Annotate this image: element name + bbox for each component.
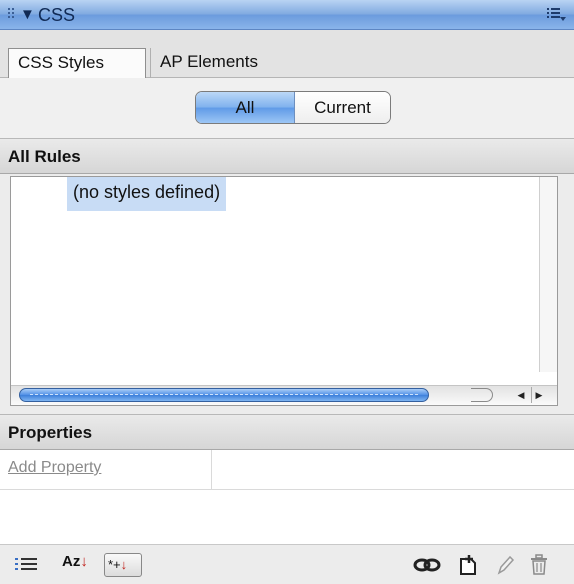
add-property-link[interactable]: Add Property bbox=[8, 459, 101, 477]
drag-grip-icon[interactable] bbox=[8, 8, 16, 22]
set-properties-view-icon[interactable]: *+↓ bbox=[104, 553, 142, 577]
panel-tabs: CSS Styles AP Elements bbox=[0, 30, 574, 78]
set-view-label: *+ bbox=[108, 557, 121, 572]
edit-style-icon[interactable] bbox=[495, 553, 515, 577]
scroll-right-arrow-icon[interactable]: ▶ bbox=[531, 387, 546, 403]
tab-css-styles[interactable]: CSS Styles bbox=[8, 48, 146, 78]
sort-arrow-icon: ↓ bbox=[80, 553, 88, 570]
panel-title[interactable]: CSS bbox=[38, 5, 75, 26]
mode-toggle-area: All Current bbox=[0, 78, 574, 138]
horizontal-scrollbar[interactable]: ◀ ▶ bbox=[11, 385, 557, 405]
mode-all-button[interactable]: All bbox=[196, 92, 295, 123]
bottom-toolbar: Az↓ *+↓ bbox=[0, 544, 574, 584]
panel-options-menu-icon[interactable] bbox=[546, 6, 566, 22]
new-css-rule-icon[interactable] bbox=[456, 553, 480, 577]
scroll-track-end bbox=[471, 388, 493, 402]
collapse-arrow-icon[interactable]: ▼ bbox=[20, 6, 35, 23]
panel-titlebar[interactable]: ▼ CSS bbox=[0, 0, 574, 30]
attach-stylesheet-icon[interactable] bbox=[413, 553, 441, 577]
set-arrow-icon: ↓ bbox=[120, 557, 128, 572]
delete-css-rule-icon[interactable] bbox=[528, 553, 550, 577]
alphabetical-view-icon[interactable]: Az↓ bbox=[62, 553, 96, 577]
category-view-icon[interactable] bbox=[14, 553, 40, 577]
tab-ap-elements[interactable]: AP Elements bbox=[150, 48, 300, 78]
scroll-left-arrow-icon[interactable]: ◀ bbox=[514, 387, 528, 403]
vertical-scrollbar[interactable] bbox=[539, 177, 557, 372]
property-row: Add Property bbox=[0, 450, 574, 490]
all-rules-header[interactable]: All Rules bbox=[0, 138, 574, 174]
css-panel: ▼ CSS CSS Styles AP Elements All Current… bbox=[0, 0, 574, 584]
mode-toggle: All Current bbox=[195, 91, 391, 124]
properties-grid: Add Property bbox=[0, 450, 574, 544]
rules-list[interactable]: (no styles defined) ◀ ▶ bbox=[10, 176, 558, 406]
mode-current-button[interactable]: Current bbox=[295, 92, 390, 123]
alpha-view-label: Az bbox=[62, 553, 81, 570]
properties-header[interactable]: Properties bbox=[0, 414, 574, 450]
column-divider bbox=[211, 450, 212, 490]
horizontal-scroll-thumb[interactable] bbox=[19, 388, 429, 402]
rule-list-item[interactable]: (no styles defined) bbox=[67, 177, 227, 211]
